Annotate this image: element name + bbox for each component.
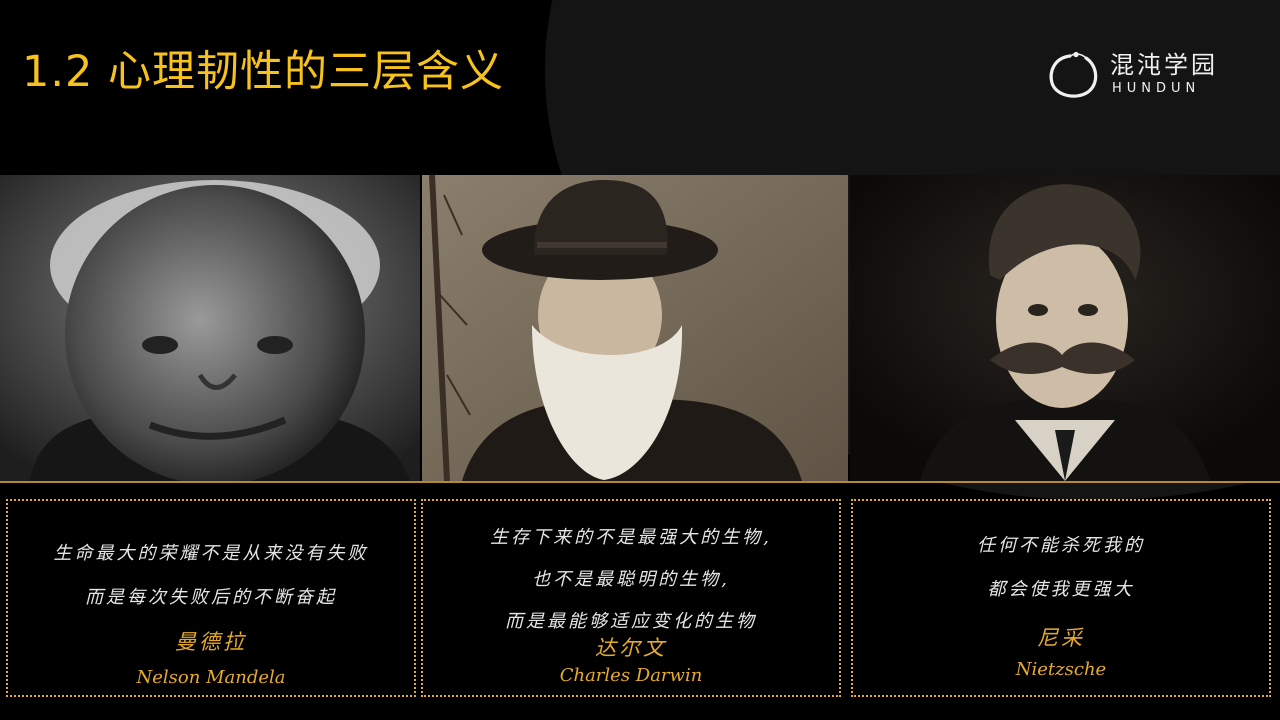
logo-text-cn: 混沌学园	[1110, 51, 1218, 79]
slide: 1.2 心理韧性的三层含义 混沌学园 HUNDUN 生命最大的荣耀不是从来没有失…	[0, 0, 1280, 720]
enso-circle-icon	[1049, 51, 1098, 98]
author-name-en: Nelson Mandela	[136, 667, 286, 688]
quote-card-mandela: 生命最大的荣耀不是从来没有失败 而是每次失败后的不断奋起 曼德拉 Nelson …	[6, 499, 416, 697]
portrait-photo-nietzsche	[850, 175, 1280, 481]
hundun-logo: 混沌学园 HUNDUN	[1046, 48, 1236, 102]
author-name-cn: 达尔文	[595, 636, 667, 660]
quote-line: 生存下来的不是最强大的生物,	[490, 527, 772, 548]
divider-line	[0, 481, 1280, 483]
portrait-photo-mandela	[0, 175, 420, 481]
quote-line: 都会使我更强大	[987, 579, 1135, 600]
quote-line: 而是每次失败后的不断奋起	[85, 587, 337, 608]
quote-card-darwin: 生存下来的不是最强大的生物, 也不是最聪明的生物, 而是最能够适应变化的生物 达…	[421, 499, 841, 697]
slide-title: 1.2 心理韧性的三层含义	[22, 47, 505, 97]
author-name-cn: 尼采	[1037, 626, 1085, 650]
author-name-en: Charles Darwin	[559, 665, 703, 686]
quote-line: 生命最大的荣耀不是从来没有失败	[53, 543, 369, 564]
logo-text-en: HUNDUN	[1112, 81, 1201, 96]
quote-card-nietzsche: 任何不能杀死我的 都会使我更强大 尼采 Nietzsche	[851, 499, 1271, 697]
quote-line: 任何不能杀死我的	[977, 535, 1145, 556]
quote-line: 而是最能够适应变化的生物	[505, 611, 757, 632]
portrait-photo-darwin	[422, 175, 848, 481]
author-name-cn: 曼德拉	[175, 630, 247, 654]
quote-line: 也不是最聪明的生物,	[532, 569, 730, 590]
author-name-en: Nietzsche	[1015, 659, 1107, 680]
